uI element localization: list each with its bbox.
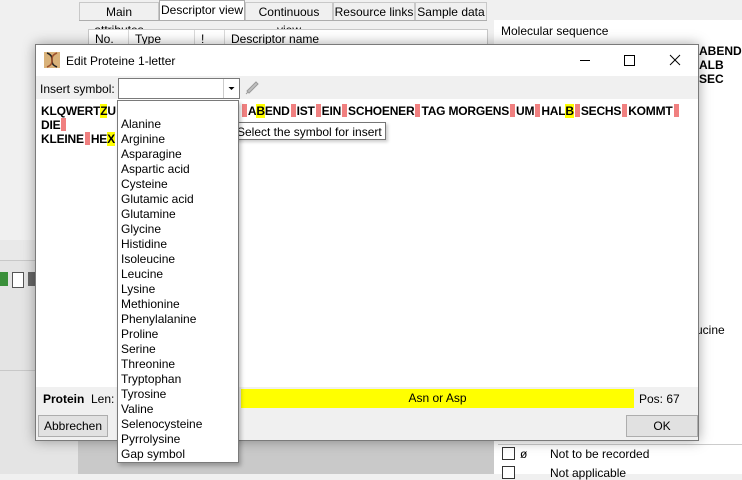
dropdown-item-glycine[interactable]: Glycine xyxy=(118,222,238,237)
close-icon xyxy=(669,54,681,66)
symbol-info-bar: Asn or Asp xyxy=(241,389,634,408)
dropdown-item-asparagine[interactable]: Asparagine xyxy=(118,147,238,162)
maximize-icon xyxy=(624,55,635,66)
dropdown-item-pyrrolysine[interactable]: Pyrrolysine xyxy=(118,432,238,447)
minimize-button[interactable] xyxy=(562,45,607,76)
dropdown-item-phenylalanine[interactable]: Phenylalanine xyxy=(118,312,238,327)
checkbox-not-recorded[interactable] xyxy=(502,447,515,460)
dropdown-item-valine[interactable]: Valine xyxy=(118,402,238,417)
symbol-info-text: Asn or Asp xyxy=(408,391,467,405)
tab-main-attributes[interactable]: Main attributes xyxy=(79,2,159,37)
chevron-down-icon[interactable] xyxy=(223,79,239,98)
mol-seq-fragment-1: ABEND xyxy=(699,44,742,58)
dropdown-item-lysine[interactable]: Lysine xyxy=(118,282,238,297)
dropdown-item-tyrosine[interactable]: Tyrosine xyxy=(118,387,238,402)
insert-tooltip: Select the symbol for insert xyxy=(230,122,386,140)
dropdown-item-isoleucine[interactable]: Isoleucine xyxy=(118,252,238,267)
molecular-sequence-label: Molecular sequence xyxy=(501,24,609,38)
sequence-type-label: Protein xyxy=(43,392,85,406)
tab-divider xyxy=(79,20,487,21)
dropdown-item-alanine[interactable]: Alanine xyxy=(118,117,238,132)
dropdown-item-threonine[interactable]: Threonine xyxy=(118,357,238,372)
dropdown-item-methionine[interactable]: Methionine xyxy=(118,297,238,312)
dropdown-item-histidine[interactable]: Histidine xyxy=(118,237,238,252)
checkbox-not-applicable[interactable] xyxy=(502,466,515,479)
symbol-dropdown-list: Alanine Arginine Asparagine Aspartic acid Cy… xyxy=(117,100,239,463)
tab-sample-data[interactable]: Sample data xyxy=(415,2,487,20)
dropdown-item-cysteine[interactable]: Cysteine xyxy=(118,177,238,192)
not-recorded-label: Not to be recorded xyxy=(550,447,650,461)
dropdown-item-serine[interactable]: Serine xyxy=(118,342,238,357)
tab-descriptor-view[interactable]: Descriptor view xyxy=(159,0,245,21)
dialog-titlebar[interactable]: Edit Proteine 1-letter xyxy=(36,45,698,76)
tab-resource-links[interactable]: Resource links xyxy=(333,2,415,20)
mol-seq-fragment-2: ALB SEC xyxy=(699,58,724,86)
cancel-button[interactable]: Abbrechen xyxy=(38,415,108,437)
leucine-text: ucine xyxy=(696,323,725,337)
maximize-button[interactable] xyxy=(607,45,652,76)
add-icon[interactable] xyxy=(0,272,8,286)
dna-app-icon xyxy=(44,52,60,68)
dropdown-item-arginine[interactable]: Arginine xyxy=(118,132,238,147)
dropdown-item-glutamic-acid[interactable]: Glutamic acid xyxy=(118,192,238,207)
not-applicable-label: Not applicable xyxy=(550,466,627,480)
tab-continuous-view[interactable]: Continuous view xyxy=(245,2,333,37)
dropdown-item-proline[interactable]: Proline xyxy=(118,327,238,342)
insert-symbol-select[interactable] xyxy=(118,78,240,99)
position-label: Pos: 67 xyxy=(639,392,680,406)
ok-button[interactable]: OK xyxy=(626,415,698,437)
length-label: Len: xyxy=(91,392,115,406)
insert-icon[interactable] xyxy=(243,79,261,97)
dropdown-item-selenocysteine[interactable]: Selenocysteine xyxy=(118,417,238,432)
dropdown-item-gap-symbol[interactable]: Gap symbol xyxy=(118,447,238,462)
dialog-title: Edit Proteine 1-letter xyxy=(66,54,176,68)
minimize-icon xyxy=(580,60,590,61)
document-icon[interactable] xyxy=(12,272,24,288)
dropdown-item-aspartic-acid[interactable]: Aspartic acid xyxy=(118,162,238,177)
dropdown-item-leucine[interactable]: Leucine xyxy=(118,267,238,282)
close-button[interactable] xyxy=(653,45,698,76)
insert-symbol-label: Insert symbol: xyxy=(40,82,115,96)
not-recorded-symbol: ø xyxy=(520,447,528,461)
dropdown-item-glutamine[interactable]: Glutamine xyxy=(118,207,238,222)
dropdown-item-tryptophan[interactable]: Tryptophan xyxy=(118,372,238,387)
